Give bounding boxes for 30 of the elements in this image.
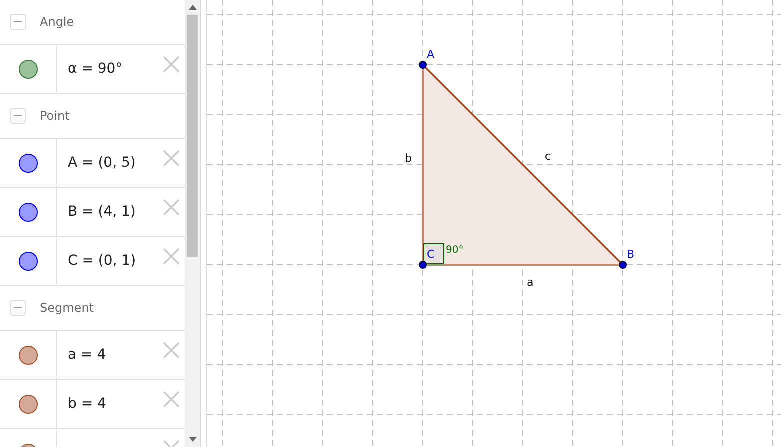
group-title: Segment — [40, 300, 94, 317]
collapse-toggle[interactable] — [10, 14, 26, 30]
point-label: C — [427, 249, 435, 260]
scrollbar-thumb[interactable] — [187, 15, 198, 257]
delete-icon[interactable] — [163, 198, 180, 216]
delete-icon[interactable] — [163, 150, 180, 166]
algebra-entry[interactable]: A = (0, 5) — [68, 152, 136, 174]
delete-icon[interactable] — [163, 248, 180, 264]
algebra-entry[interactable]: b = 4 — [68, 394, 106, 414]
collapse-toggle[interactable] — [10, 300, 26, 316]
scrollbar[interactable] — [185, 0, 200, 447]
point-label: A — [427, 49, 435, 60]
delete-icon[interactable] — [163, 342, 180, 358]
algebra-entry[interactable]: a = 4 — [68, 344, 106, 366]
collapse-toggle[interactable] — [10, 108, 26, 124]
delete-icon[interactable] — [163, 56, 180, 72]
group-title: Point — [40, 108, 70, 125]
segment-label: a — [527, 277, 534, 288]
group-title: Angle — [40, 14, 74, 31]
algebra-entry[interactable]: α = 90° — [68, 58, 123, 80]
segment-label: b — [405, 153, 412, 164]
delete-icon[interactable] — [163, 390, 180, 408]
angle-label: 90° — [446, 246, 464, 256]
triangle-drawing[interactable] — [419, 61, 627, 269]
segment-label: c — [545, 151, 552, 162]
scroll-down-icon[interactable] — [189, 437, 197, 442]
scroll-up-icon[interactable] — [189, 5, 197, 10]
algebra-entry[interactable]: B = (4, 1) — [68, 202, 136, 222]
point-label: B — [627, 249, 635, 260]
algebra-entry[interactable]: C = (0, 1) — [68, 250, 136, 272]
